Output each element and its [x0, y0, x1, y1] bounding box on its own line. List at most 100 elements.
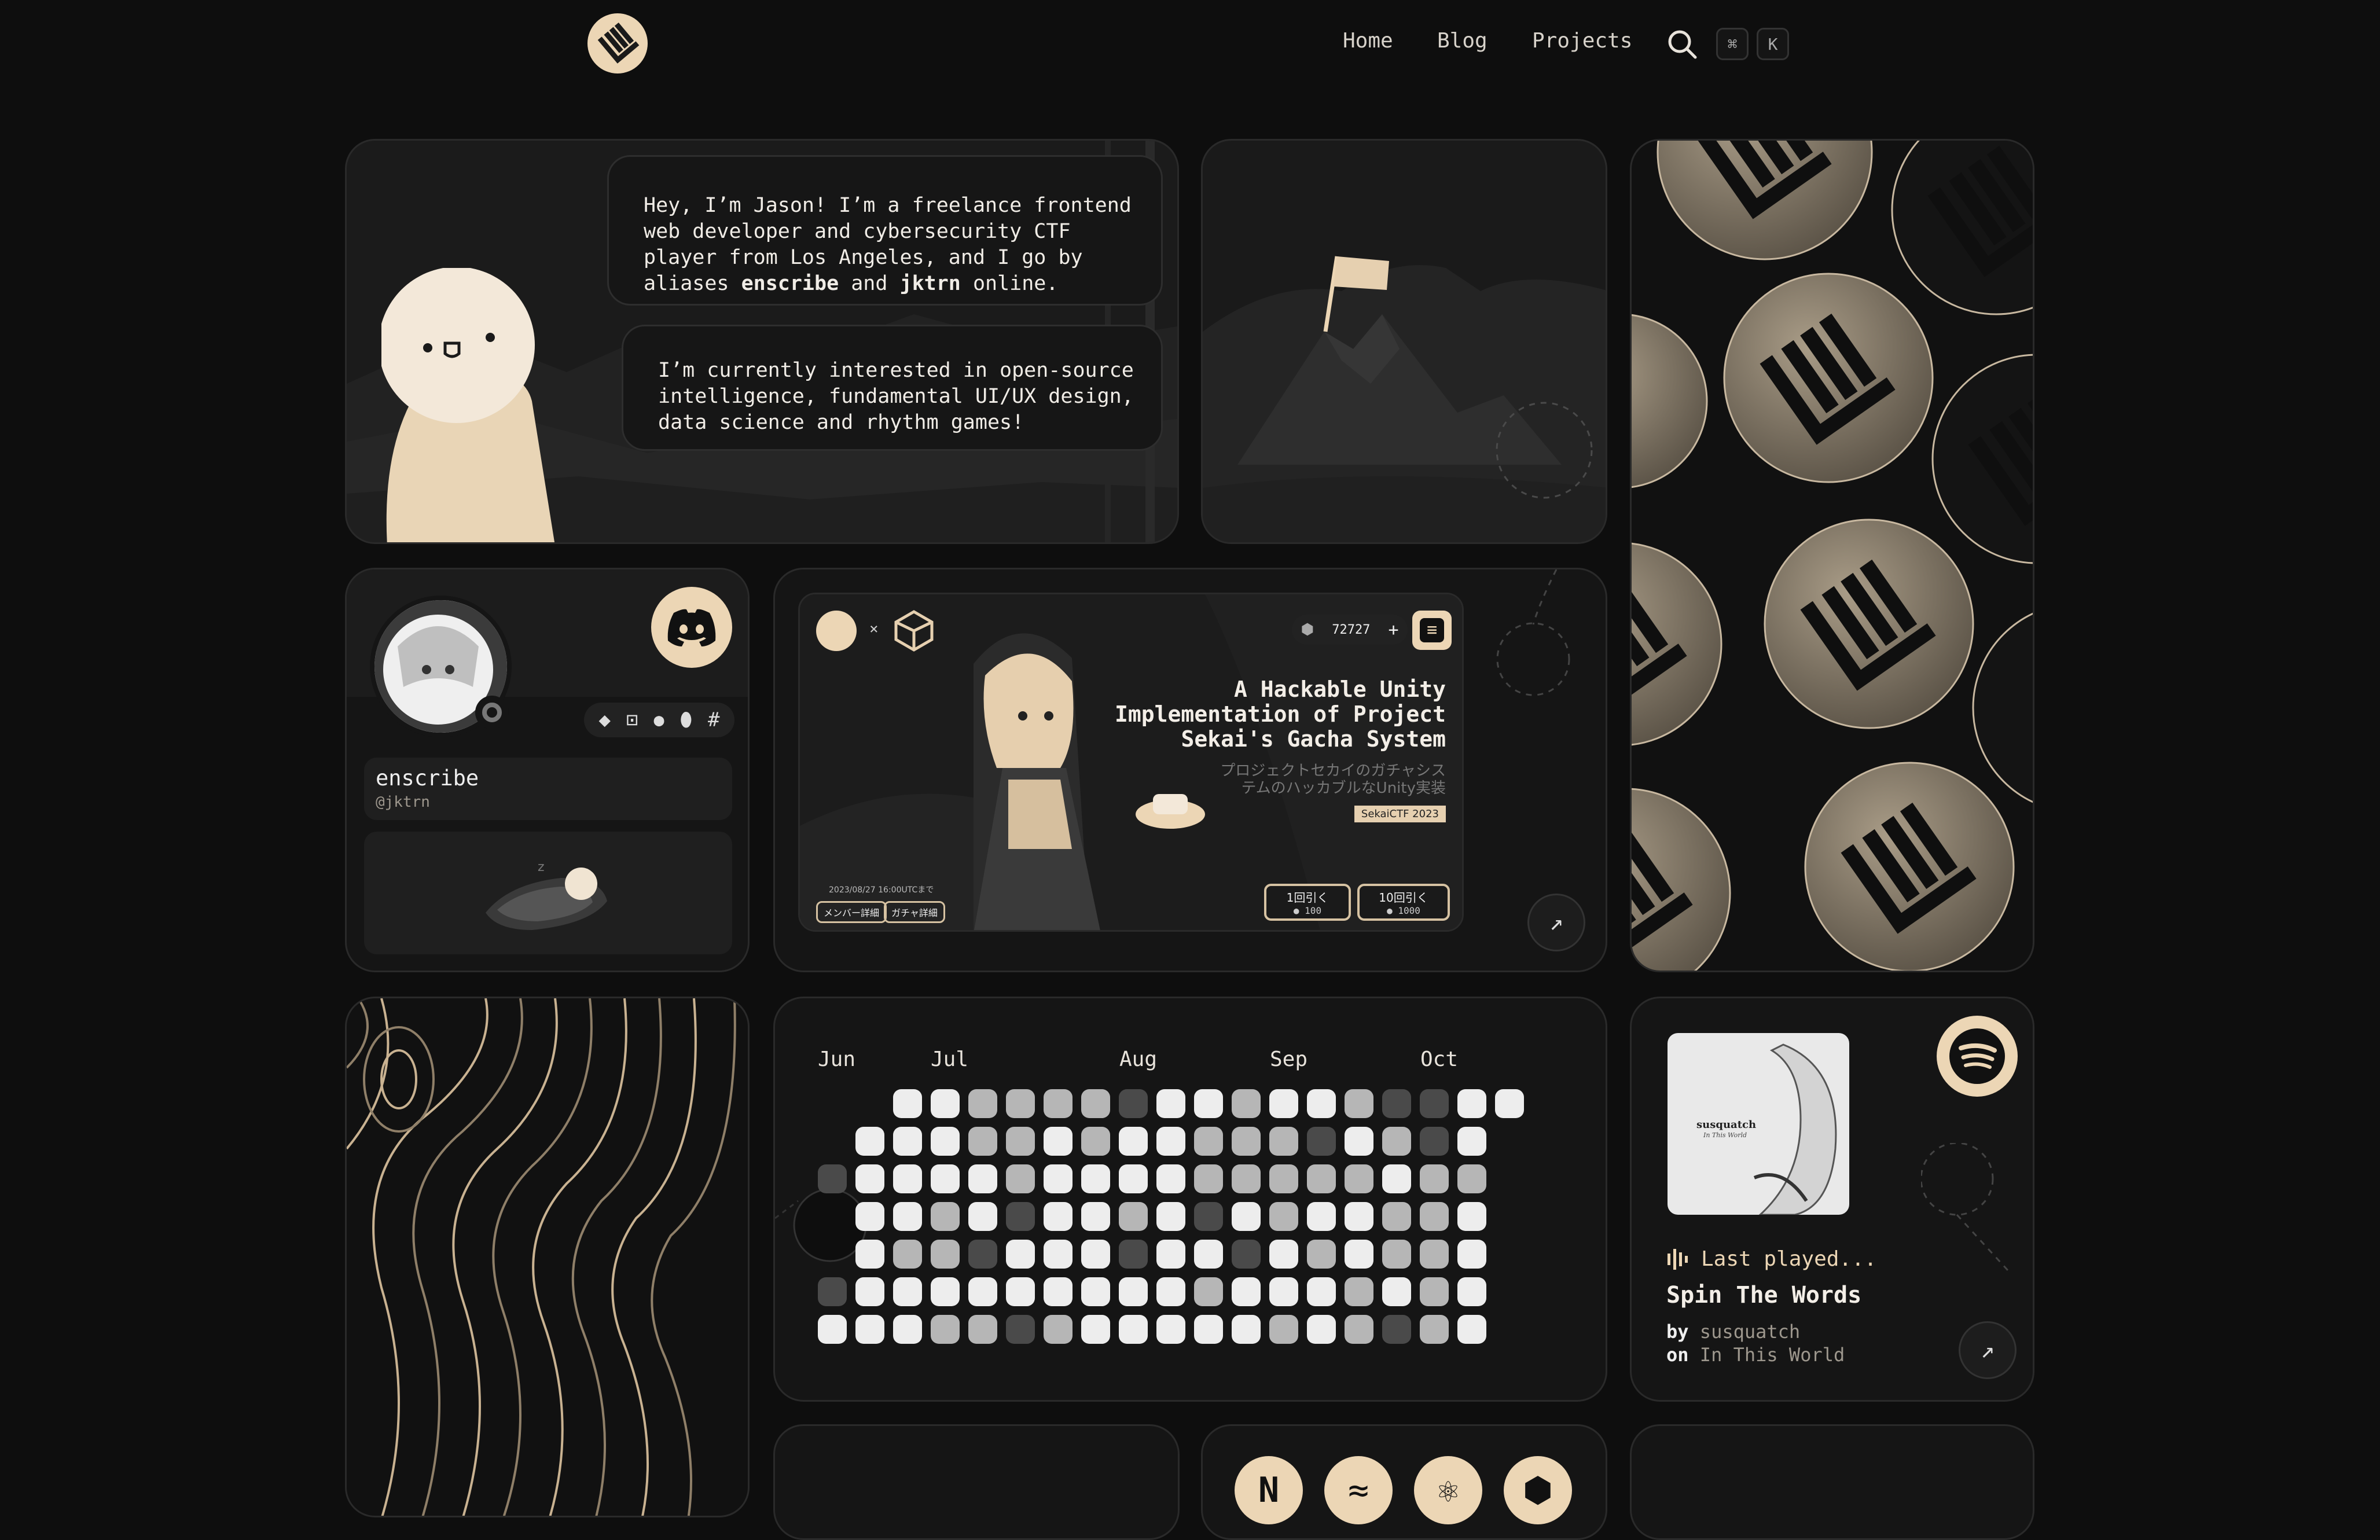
discord-icon — [667, 609, 716, 646]
heatmap-cell — [1269, 1202, 1298, 1231]
heatmap-cell — [931, 1164, 960, 1193]
heatmap-cell — [1119, 1164, 1148, 1193]
event-tag: SekaiCTF 2023 — [1354, 806, 1446, 822]
intro-text-3: online. — [960, 272, 1059, 295]
heatmap-cell — [1156, 1164, 1185, 1193]
heatmap-cell — [1307, 1202, 1336, 1231]
album-art: susquatch In This World — [1668, 1033, 1849, 1215]
heatmap-cell — [1420, 1240, 1449, 1269]
intro-bubble-1: Hey, I’m Jason! I’m a freelance frontend… — [607, 155, 1163, 306]
track-artist[interactable]: susquatch — [1700, 1321, 1800, 1343]
heatmap-cell — [1006, 1164, 1035, 1193]
menu-button: ≡ — [1412, 611, 1452, 650]
crystal-counter: ⬢ 72727 + — [1292, 615, 1408, 645]
heatmap-cell — [1081, 1202, 1110, 1231]
heatmap-cell — [855, 1240, 884, 1269]
heatmap-cell — [1269, 1164, 1298, 1193]
heatmap-cell — [1081, 1240, 1110, 1269]
heatmap-cell — [1345, 1164, 1373, 1193]
search-button[interactable] — [1666, 28, 1698, 63]
heatmap-cell — [1006, 1277, 1035, 1306]
svg-text:z: z — [538, 860, 545, 874]
k-key: K — [1757, 28, 1789, 60]
pull-1-label: 1回引く — [1286, 891, 1329, 905]
avatar-illustration — [381, 268, 555, 542]
track-artist-row: by susquatch — [1666, 1321, 1800, 1343]
pull-10-label: 10回引く — [1379, 891, 1428, 905]
mountain-illustration — [1203, 256, 1606, 542]
heatmap-cell — [1382, 1240, 1411, 1269]
heatmap-cell — [968, 1315, 997, 1344]
album-art-title: susquatch — [1696, 1119, 1757, 1131]
heatmap-cell — [1382, 1202, 1411, 1231]
nav-projects[interactable]: Projects — [1532, 29, 1632, 53]
heatmap-cell — [855, 1202, 884, 1231]
heatmap-cell — [1457, 1315, 1486, 1344]
heatmap-cell — [1006, 1127, 1035, 1156]
heatmap-cell — [1420, 1164, 1449, 1193]
month-label-jul: Jul — [931, 1048, 969, 1071]
pull-10-cost: ● 1000 — [1387, 905, 1420, 916]
project-preview: × ⬢ 72727 + ≡ A Hackable Unity Implement… — [798, 593, 1464, 932]
crystal-icon: ⬢ — [1301, 621, 1314, 638]
heatmap-cell — [1457, 1164, 1486, 1193]
heatmap-cell — [1044, 1240, 1073, 1269]
heatmap-cell — [1345, 1277, 1373, 1306]
react-icon: ⚛ — [1414, 1456, 1482, 1524]
heatmap-cell — [1194, 1315, 1223, 1344]
heatmap-cell — [1119, 1089, 1148, 1118]
heatmap-cell — [1194, 1164, 1223, 1193]
heatmap-cell — [1382, 1315, 1411, 1344]
discord-button[interactable] — [651, 587, 732, 668]
heatmap-cell — [855, 1127, 884, 1156]
heatmap-cell — [1006, 1202, 1035, 1231]
spotify-button[interactable] — [1937, 1016, 2018, 1097]
open-project-arrow-icon[interactable]: ↗ — [1527, 894, 1585, 951]
event-deadline: 2023/08/27 16:00UTCまで — [829, 885, 934, 895]
heatmap-cell — [1194, 1277, 1223, 1306]
heatmap-cell — [1457, 1089, 1486, 1118]
dashed-decoration-right — [1921, 1143, 2009, 1271]
heatmap-cell — [1119, 1277, 1148, 1306]
heatmap-cell — [1345, 1202, 1373, 1231]
heatmap-cell — [1345, 1127, 1373, 1156]
pull-1-button: 1回引く ● 100 — [1264, 884, 1351, 921]
alias-enscribe: enscribe — [741, 272, 839, 295]
badges-row: ◆ ⊡ ● ⬮ # — [584, 703, 734, 737]
heatmap-cell — [1382, 1164, 1411, 1193]
open-track-arrow-icon[interactable]: ↗ — [1959, 1321, 2017, 1379]
add-crystal-icon: + — [1388, 619, 1399, 640]
heatmap-cell — [1269, 1277, 1298, 1306]
project-card[interactable]: × ⬢ 72727 + ≡ A Hackable Unity Implement… — [773, 568, 1607, 972]
heatmap-cell — [1081, 1089, 1110, 1118]
heatmap-cell — [1232, 1202, 1261, 1231]
username-handle: @jktrn — [376, 793, 430, 811]
heatmap-cell — [893, 1127, 922, 1156]
heatmap-cell — [818, 1277, 847, 1306]
last-played-label: Last played... — [1701, 1247, 1877, 1271]
tailwind-icon: ≈ — [1324, 1456, 1393, 1524]
heatmap-cell — [1495, 1089, 1524, 1118]
site-logo[interactable] — [587, 13, 648, 73]
booster-badge-icon: ● — [653, 710, 664, 730]
display-name: enscribe — [376, 766, 479, 791]
heatmap-cell — [1269, 1315, 1298, 1344]
heatmap-cell — [1044, 1315, 1073, 1344]
cmd-key: ⌘ — [1716, 28, 1749, 60]
heatmap-cell — [893, 1240, 922, 1269]
heatmap-cell — [893, 1164, 922, 1193]
crystal-count: 72727 — [1332, 622, 1371, 637]
intro-card: Hey, I’m Jason! I’m a freelance frontend… — [345, 139, 1179, 544]
hypesquad-badge-icon: ◆ — [598, 708, 611, 732]
heatmap-cell — [1006, 1240, 1035, 1269]
last-played-row: Last played... — [1666, 1247, 1876, 1271]
track-title[interactable]: Spin The Words — [1666, 1282, 1861, 1309]
track-album[interactable]: In This World — [1700, 1344, 1845, 1366]
heatmap-cell — [1457, 1277, 1486, 1306]
heatmap-cell — [1044, 1164, 1073, 1193]
heatmap-cell — [818, 1164, 847, 1193]
heatmap-cell — [931, 1315, 960, 1344]
nav-home[interactable]: Home — [1343, 29, 1393, 53]
search-icon — [1668, 30, 1697, 59]
nav-blog[interactable]: Blog — [1437, 29, 1488, 53]
